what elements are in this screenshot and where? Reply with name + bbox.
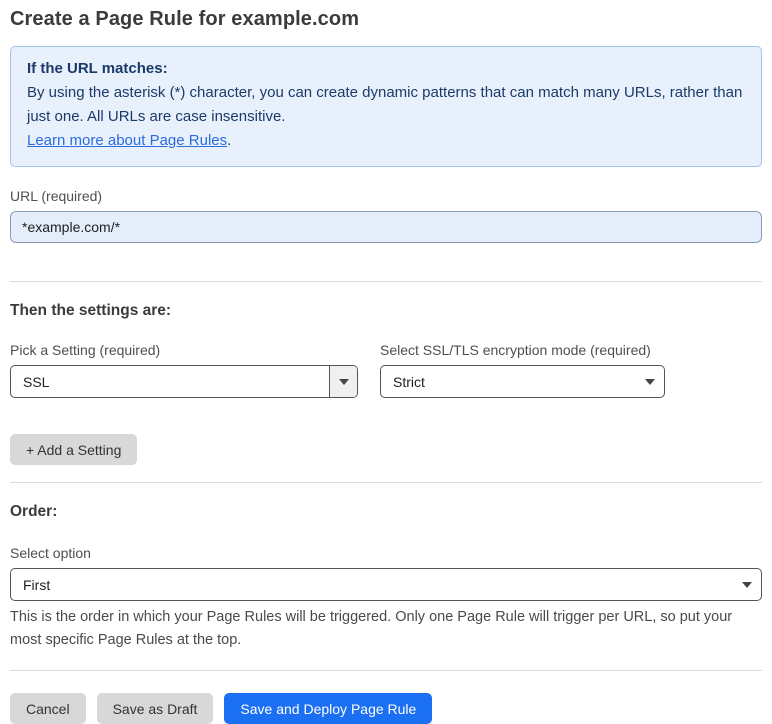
ssl-mode-group: Select SSL/TLS encryption mode (required…: [380, 342, 665, 398]
save-draft-button[interactable]: Save as Draft: [96, 693, 214, 724]
add-setting-button[interactable]: + Add a Setting: [10, 434, 138, 465]
learn-more-link[interactable]: Learn more about Page Rules: [27, 132, 227, 149]
order-section-heading: Order:: [10, 503, 58, 520]
link-period: .: [227, 132, 232, 149]
info-box-body: By using the asterisk (*) character, you…: [27, 84, 743, 125]
setting-picker-dropdown-button[interactable]: [329, 366, 357, 397]
setting-picker-select[interactable]: SSL: [10, 365, 358, 398]
info-box-heading: If the URL matches:: [27, 60, 168, 77]
info-box-link-line: Learn more about Page Rules.: [27, 129, 745, 153]
divider: [10, 482, 762, 483]
cancel-button[interactable]: Cancel: [10, 693, 86, 724]
order-help-text: This is the order in which your Page Rul…: [10, 609, 733, 648]
ssl-mode-select[interactable]: Strict: [380, 365, 665, 398]
ssl-mode-value: Strict: [393, 373, 425, 390]
order-select-value: First: [23, 576, 51, 593]
divider: [10, 281, 762, 282]
setting-picker-group: Pick a Setting (required) SSL: [10, 342, 358, 398]
settings-section-heading: Then the settings are:: [10, 302, 172, 319]
url-input[interactable]: [10, 211, 762, 243]
divider: [10, 670, 762, 671]
chevron-down-icon: [733, 581, 761, 588]
chevron-down-icon: [636, 378, 664, 385]
url-match-info-box: If the URL matches: By using the asteris…: [10, 46, 762, 167]
setting-picker-value: SSL: [23, 373, 50, 390]
page-rule-form: Create a Page Rule for example.com If th…: [0, 0, 772, 724]
page-title: Create a Page Rule for example.com: [10, 8, 360, 30]
footer-buttons: Cancel Save as Draft Save and Deploy Pag…: [10, 693, 762, 724]
order-select-label: Select option: [10, 545, 91, 561]
chevron-down-icon: [338, 378, 349, 385]
settings-row: Pick a Setting (required) SSL Select SSL…: [10, 342, 762, 398]
save-deploy-button[interactable]: Save and Deploy Page Rule: [224, 693, 433, 724]
order-select[interactable]: First: [10, 568, 762, 601]
url-field-label: URL (required): [10, 188, 103, 204]
setting-picker-label: Pick a Setting (required): [10, 342, 161, 358]
ssl-mode-label: Select SSL/TLS encryption mode (required…: [380, 342, 651, 358]
